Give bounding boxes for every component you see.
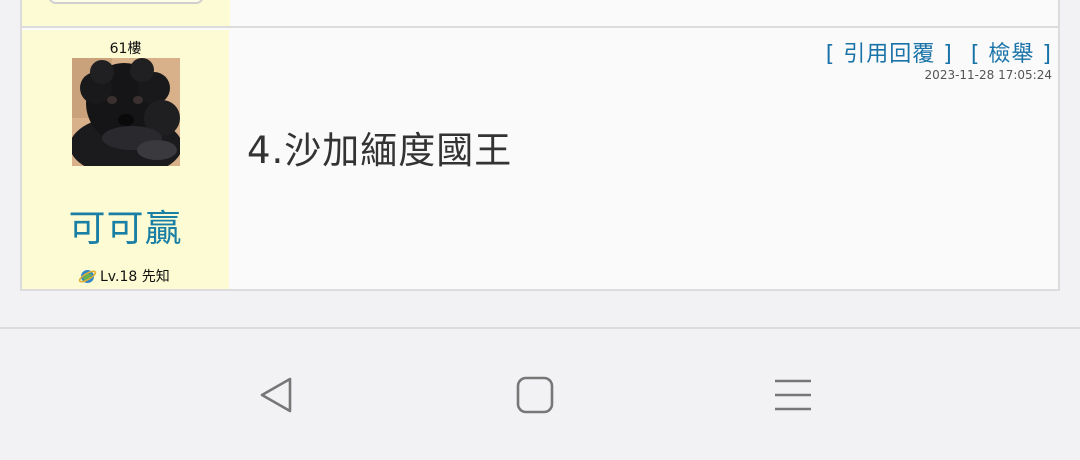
post-body: [ 引用回覆 ] [ 檢舉 ] 2023-11-28 17:05:24 4.沙加… bbox=[229, 28, 1058, 289]
back-triangle-icon bbox=[256, 375, 296, 419]
user-level-label: Lv.18 先知 bbox=[100, 269, 170, 285]
planet-icon bbox=[78, 267, 97, 286]
user-level: Lv.18 先知 bbox=[78, 266, 170, 286]
back-button[interactable] bbox=[248, 369, 304, 425]
home-square-icon bbox=[515, 375, 555, 419]
menu-button[interactable] bbox=[765, 369, 821, 425]
post-timestamp: 2023-11-28 17:05:24 bbox=[924, 68, 1052, 82]
previous-post-sidebar bbox=[22, 0, 230, 26]
avatar[interactable] bbox=[72, 58, 180, 166]
previous-post-button[interactable] bbox=[48, 0, 204, 4]
home-button[interactable] bbox=[507, 369, 563, 425]
post-content: 4.沙加緬度國王 bbox=[247, 129, 513, 172]
report-link[interactable]: [ 檢舉 ] bbox=[971, 36, 1052, 68]
floor-number: 61樓 bbox=[109, 41, 142, 57]
previous-post bbox=[20, 0, 1060, 26]
quote-reply-link[interactable]: [ 引用回覆 ] bbox=[826, 36, 953, 68]
forum-post: 61樓 可可贏 Lv.18 先知 [引用回覆] [檢舉] 2023-11… bbox=[20, 26, 1060, 291]
menu-lines-icon bbox=[773, 375, 813, 419]
system-navigation-bar bbox=[0, 329, 1080, 460]
post-author-panel: 61樓 可可贏 Lv.18 先知 bbox=[22, 30, 229, 289]
user-name[interactable]: 可可贏 bbox=[22, 198, 229, 252]
post-actions: [ 引用回覆 ] [ 檢舉 ] bbox=[826, 36, 1052, 68]
poodle-avatar-image bbox=[72, 58, 180, 166]
page: 61樓 可可贏 Lv.18 先知 [引用回覆] [檢舉] 2023-11… bbox=[0, 0, 1080, 460]
